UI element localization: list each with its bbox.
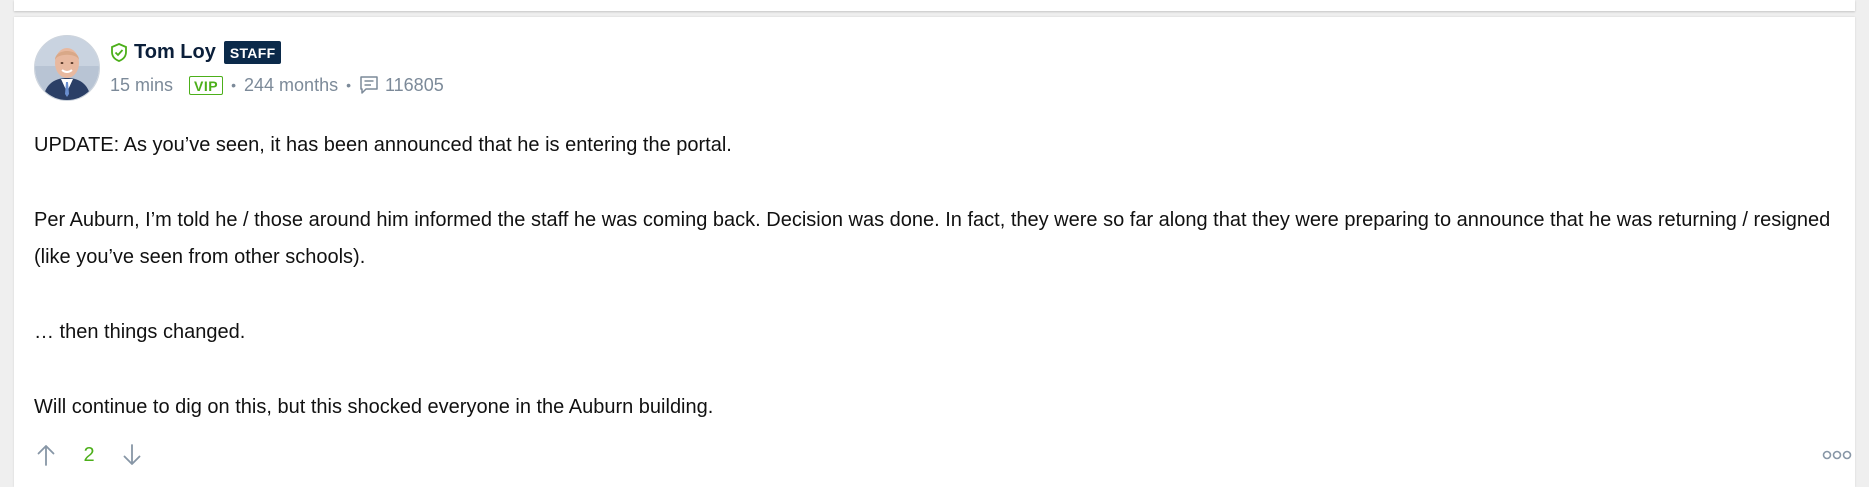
author-row: Tom Loy STAFF [110,37,282,67]
post-paragraph: UPDATE: As you’ve seen, it has been anno… [34,134,732,156]
shield-check-icon [110,42,128,62]
vote-count: 2 [83,443,95,466]
separator-dot: • [346,77,351,93]
arrow-down-icon[interactable] [120,441,144,469]
message-icon [359,75,379,95]
post-count: 116805 [384,74,444,95]
avatar[interactable] [34,35,100,101]
vip-badge: VIP [189,75,224,95]
post-paragraph: Will continue to dig on this, but this s… [34,396,714,418]
member-tenure: 244 months [244,74,339,95]
vote-bar: 2 [34,437,1852,473]
more-options-icon[interactable] [1822,449,1852,461]
previous-post-card [14,0,1855,11]
arrow-up-icon[interactable] [34,441,58,469]
post-timestamp: 15 mins [110,74,174,95]
post-meta: 15 mins VIP • 244 months • 116805 [110,72,444,98]
separator-dot: • [231,77,237,93]
post-paragraph: Per Auburn, I’m told he / those around h… [34,209,1831,268]
author-name[interactable]: Tom Loy [134,41,216,64]
staff-badge: STAFF [223,40,282,64]
post-body: UPDATE: As you’ve seen, it has been anno… [34,127,1844,426]
post-paragraph: … then things changed. [34,321,246,343]
forum-post: Tom Loy STAFF 15 mins VIP • 244 months •… [14,17,1855,487]
